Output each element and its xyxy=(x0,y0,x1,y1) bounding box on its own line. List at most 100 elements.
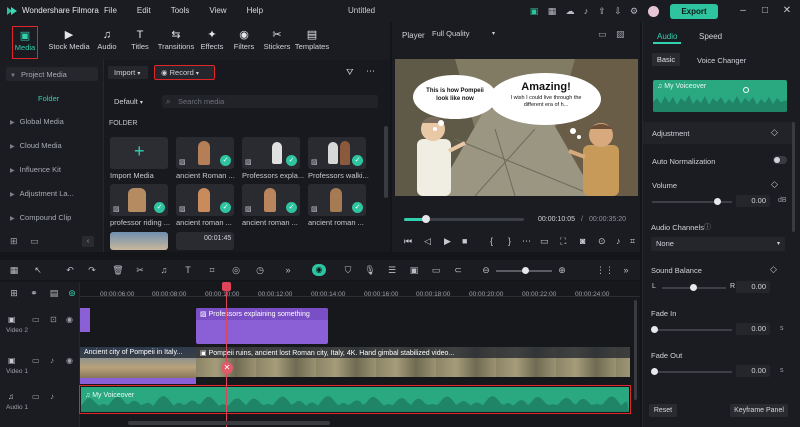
sidebar-item-project-media[interactable]: ▼ Project Media xyxy=(10,70,67,79)
layout-icon[interactable]: ▦ xyxy=(8,264,20,276)
redo-icon[interactable]: ↷ xyxy=(86,264,98,276)
tab-transitions[interactable]: ⇆ Transitions xyxy=(156,28,196,60)
keyframe-diamond-icon[interactable]: ◇ xyxy=(770,264,777,275)
keyframe-panel-button[interactable]: Keyframe Panel xyxy=(730,404,788,417)
tab-audio[interactable]: ♫ Audio xyxy=(94,28,120,60)
media-thumb-1[interactable]: ▨ ✓ xyxy=(176,137,234,169)
monitor-icon[interactable]: ▭ xyxy=(540,236,549,247)
more-icon[interactable]: ⋯ xyxy=(522,236,531,247)
microphone-icon[interactable]: 🎙 xyxy=(364,264,376,276)
menu-file[interactable]: File xyxy=(104,6,117,15)
volume-slider-knob[interactable] xyxy=(714,198,721,205)
subtab-voice-changer[interactable]: Voice Changer xyxy=(697,56,746,65)
export-button[interactable]: Export xyxy=(670,4,718,19)
menu-edit[interactable]: Edit xyxy=(137,6,151,15)
upload-icon[interactable]: ⇪ xyxy=(596,5,608,17)
maximize-icon[interactable]: □ xyxy=(758,4,772,18)
magnet-icon[interactable]: ⊂ xyxy=(452,264,464,276)
stop-icon[interactable]: ■ xyxy=(462,236,467,246)
search-input[interactable]: Search media xyxy=(162,95,378,108)
zoom-in-icon[interactable]: ⊕ xyxy=(556,264,568,276)
folder-icon[interactable]: ▭ xyxy=(30,236,39,247)
split-marker-icon[interactable]: ✕ xyxy=(221,362,233,374)
sort-dropdown[interactable]: Default ▾ xyxy=(108,95,152,108)
clip-video2-start[interactable] xyxy=(80,308,90,332)
eye-icon[interactable]: ◉ xyxy=(66,315,73,324)
timeline-vertical-scrollbar[interactable] xyxy=(634,300,637,400)
tab-filters[interactable]: ◉ Filters xyxy=(230,28,258,60)
gift-icon[interactable]: ▣ xyxy=(528,5,540,17)
properties-scrollbar[interactable] xyxy=(792,122,795,232)
delete-icon[interactable]: 🗑 xyxy=(112,264,124,276)
effect-tool-icon[interactable]: ◎ xyxy=(230,264,242,276)
media-thumb-5[interactable]: ▨ ✓ xyxy=(176,184,234,216)
clip-video1-b[interactable]: ▣ Pompeii ruins, ancient lost Roman city… xyxy=(196,347,630,377)
menu-tools[interactable]: Tools xyxy=(171,6,190,15)
expand-icon[interactable]: » xyxy=(620,264,632,276)
sidebar-item-influence-kit[interactable]: ▶ Influence Kit xyxy=(10,165,61,174)
fade-in-slider-knob[interactable] xyxy=(651,326,658,333)
import-media-tile[interactable]: + xyxy=(110,137,168,169)
grid-view-icon[interactable]: ⋮⋮ xyxy=(596,264,614,276)
media-scrollbar[interactable] xyxy=(384,126,388,198)
zoom-out-icon[interactable]: ⊖ xyxy=(480,264,492,276)
zoom-slider-knob[interactable] xyxy=(522,267,529,274)
collapse-sidebar-icon[interactable]: ‹ xyxy=(82,236,94,247)
more-icon[interactable]: ⋯ xyxy=(366,66,375,77)
eye-icon[interactable]: ◉ xyxy=(66,356,73,365)
audio-channels-dropdown[interactable]: None ▾ xyxy=(651,237,785,251)
shield-icon[interactable]: ⛉ xyxy=(342,264,354,276)
track-icon[interactable]: ▭ xyxy=(430,264,442,276)
select-tool-icon[interactable]: ↖ xyxy=(32,264,44,276)
track-manager-icon[interactable]: ▤ xyxy=(48,287,60,299)
grid-icon[interactable]: ▦ xyxy=(546,5,558,17)
bell-icon[interactable]: ♪ xyxy=(580,5,592,17)
media-thumb-3[interactable]: ▨ ✓ xyxy=(308,137,366,169)
media-thumb-9[interactable]: 00:01:45 xyxy=(176,232,234,250)
folder-icon[interactable]: ▭ xyxy=(32,392,40,401)
list-icon[interactable]: ☰ xyxy=(386,264,398,276)
timeline-scrollbar[interactable] xyxy=(128,421,330,425)
tab-stickers[interactable]: ✂ Stickers xyxy=(262,28,292,60)
fade-in-value[interactable]: 0.00 xyxy=(736,323,770,335)
clip-video1-a[interactable]: Ancient city of Pompeii in Italy... xyxy=(80,347,196,384)
step-back-icon[interactable]: ◁ xyxy=(424,236,431,247)
import-button[interactable]: Import ▾ xyxy=(108,66,148,79)
speed-tool-icon[interactable]: ◷ xyxy=(254,264,266,276)
auto-normalization-toggle[interactable] xyxy=(773,156,787,164)
avatar[interactable] xyxy=(648,6,659,17)
crop-icon[interactable]: ⌗ xyxy=(630,236,635,247)
ai-tool-icon[interactable]: ◉ xyxy=(312,264,326,276)
fade-out-slider[interactable] xyxy=(652,371,732,373)
playback-progress-track[interactable] xyxy=(404,215,524,223)
volume-icon[interactable]: ♪ xyxy=(50,392,54,401)
sidebar-item-adjustment-layer[interactable]: ▶ Adjustment La... xyxy=(10,189,74,198)
folder-icon[interactable]: ▭ xyxy=(32,315,40,324)
minimize-icon[interactable]: – xyxy=(736,4,750,18)
playhead-handle[interactable] xyxy=(222,282,231,291)
add-track-icon[interactable]: ⊞ xyxy=(8,287,20,299)
tab-stock-media[interactable]: ▶ Stock Media xyxy=(48,28,90,60)
tab-media[interactable]: ▣ Media xyxy=(12,26,38,59)
split-icon[interactable]: ✂ xyxy=(134,264,146,276)
balance-slider-knob[interactable] xyxy=(690,284,697,291)
lock-icon[interactable]: ⊡ xyxy=(50,315,57,324)
volume-value[interactable]: 0.00 xyxy=(736,195,770,207)
sidebar-item-global-media[interactable]: ▶ Global Media xyxy=(10,117,64,126)
balance-value[interactable]: 0.00 xyxy=(736,281,770,293)
more-tools-icon[interactable]: » xyxy=(282,264,294,276)
snapshot-icon[interactable]: ◙ xyxy=(580,236,585,246)
tab-audio-props[interactable]: Audio xyxy=(657,32,677,41)
volume-icon[interactable]: ♪ xyxy=(616,236,621,246)
clip-video2[interactable]: ▨ Professors explaining something xyxy=(196,308,328,344)
playhead[interactable] xyxy=(226,283,227,427)
prev-frame-icon[interactable]: ⏮ xyxy=(404,236,412,247)
snapshot-tool-icon[interactable]: ▣ xyxy=(408,264,420,276)
sidebar-item-folder[interactable]: Folder xyxy=(38,94,59,103)
volume-icon[interactable]: ♪ xyxy=(50,356,54,365)
new-folder-icon[interactable]: ⊞ xyxy=(10,236,18,247)
media-thumb-4[interactable]: ▨ ✓ xyxy=(110,184,168,216)
link-icon[interactable]: ⚭ xyxy=(28,287,40,299)
folder-icon[interactable]: ▭ xyxy=(32,356,40,365)
keyframe-diamond-icon[interactable]: ◇ xyxy=(771,127,778,138)
